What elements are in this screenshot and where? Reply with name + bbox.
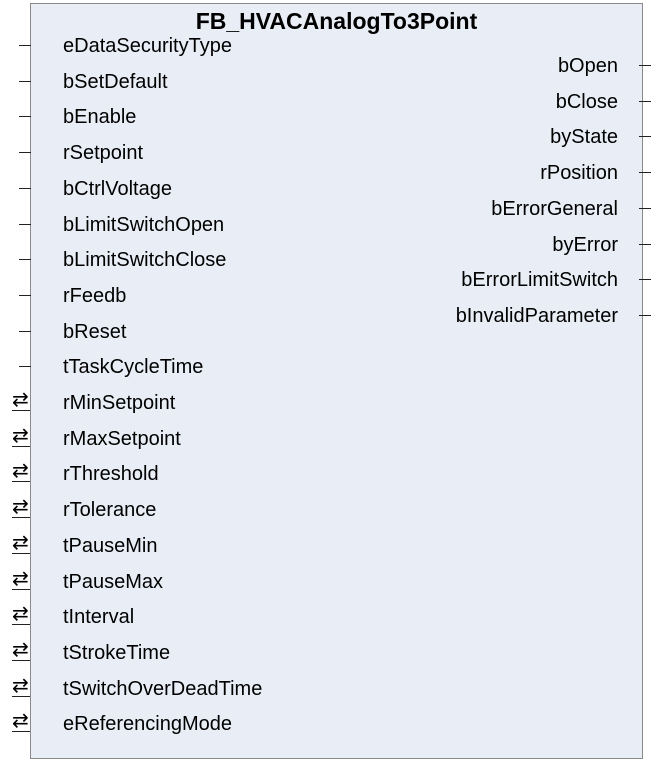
inout-pin-underline — [12, 517, 30, 519]
input-pin-tPauseMin: tPauseMin — [63, 534, 158, 557]
bidirectional-arrow-icon: ⇄ — [12, 494, 29, 519]
bidirectional-arrow-icon: ⇄ — [12, 458, 29, 483]
output-pin-byState: byState — [550, 126, 618, 149]
input-pin-line — [19, 330, 31, 332]
bidirectional-arrow-icon: ⇄ — [12, 422, 29, 447]
output-pin-line — [639, 65, 651, 66]
input-pin-bEnable: bEnable — [63, 106, 137, 129]
inout-pin-underline — [12, 695, 30, 697]
bidirectional-arrow-icon: ⇄ — [12, 601, 29, 626]
input-pin-rSetpoint: rSetpoint — [63, 142, 144, 165]
input-pin-bLimitSwitchClose: bLimitSwitchClose — [63, 249, 227, 272]
inout-pin-underline — [12, 588, 30, 590]
input-pin-eReferencingMode: eReferencingMode — [63, 713, 232, 736]
input-pin-tTaskCycleTime: tTaskCycleTime — [63, 356, 204, 379]
output-pin-line — [639, 136, 651, 138]
input-pin-bLimitSwitchOpen: bLimitSwitchOpen — [63, 213, 225, 236]
bidirectional-arrow-icon: ⇄ — [12, 672, 29, 697]
input-pin-line — [19, 116, 31, 118]
output-pin-line — [639, 207, 651, 209]
output-pin-line — [639, 100, 651, 102]
inout-pin-underline — [12, 552, 30, 554]
input-pin-line — [19, 223, 31, 225]
function-block: FB_HVACAnalogTo3Point eDataSecurityType b… — [30, 3, 643, 759]
input-pin-rFeedb: rFeedb — [63, 284, 127, 307]
input-pin-line — [19, 152, 31, 154]
inout-pin-underline — [12, 445, 30, 447]
input-pin-rTolerance: rTolerance — [63, 499, 157, 522]
input-pin-rMinSetpoint: rMinSetpoint — [63, 392, 176, 414]
input-pin-line — [19, 294, 31, 296]
bidirectional-arrow-icon: ⇄ — [12, 529, 29, 554]
output-pin-line — [639, 279, 651, 281]
bidirectional-arrow-icon: ⇄ — [12, 636, 29, 661]
output-pin-bErrorLimitSwitch: bErrorLimitSwitch — [461, 269, 618, 292]
input-pin-line — [19, 366, 31, 368]
input-pin-tSwitchOverDeadTime: tSwitchOverDeadTime — [63, 677, 263, 700]
input-pin-rMaxSetpoint: rMaxSetpoint — [63, 427, 181, 450]
output-pin-bInvalidParameter: bInvalidParameter — [455, 304, 618, 327]
input-pin-eDataSecurityType: eDataSecurityType — [63, 35, 232, 57]
input-pin-tPauseMax: tPauseMax — [63, 570, 164, 593]
input-pin-tInterval: tInterval — [63, 606, 135, 629]
output-pin-rPosition: rPosition — [540, 162, 618, 185]
input-pin-line — [19, 187, 31, 189]
output-pin-bOpen: bOpen — [557, 55, 618, 77]
bidirectional-arrow-icon: ⇄ — [12, 708, 29, 733]
inout-pin-underline — [12, 659, 30, 661]
inout-pin-underline — [12, 481, 30, 483]
output-pin-bErrorGeneral: bErrorGeneral — [491, 197, 618, 220]
input-pin-bReset: bReset — [63, 320, 127, 343]
input-pin-bSetDefault: bSetDefault — [63, 70, 168, 93]
inout-pin-underline — [12, 731, 30, 733]
input-pin-line — [19, 80, 31, 82]
inout-pin-underline — [12, 624, 30, 626]
bidirectional-arrow-icon: ⇄ — [12, 387, 29, 411]
input-pin-tStrokeTime: tStrokeTime — [63, 641, 171, 664]
output-pin-line — [639, 314, 651, 316]
input-pin-bCtrlVoltage: bCtrlVoltage — [63, 177, 172, 200]
input-pin-line — [19, 259, 31, 261]
output-pin-line — [639, 243, 651, 245]
bidirectional-arrow-icon: ⇄ — [12, 565, 29, 590]
output-pin-line — [639, 172, 651, 174]
input-pin-rThreshold: rThreshold — [63, 463, 159, 486]
inout-pin-underline — [12, 410, 30, 411]
output-pin-byError: byError — [552, 233, 618, 256]
output-pin-bClose: bClose — [555, 90, 618, 113]
input-pin-line — [19, 45, 31, 46]
